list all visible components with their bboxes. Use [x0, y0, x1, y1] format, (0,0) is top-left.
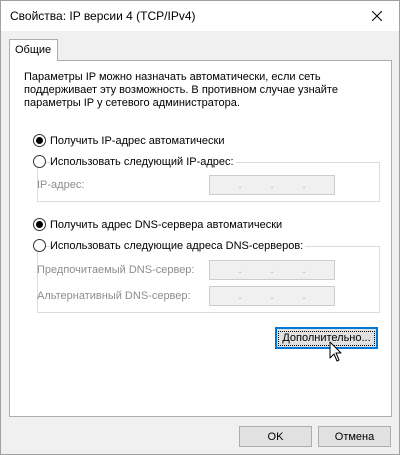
advanced-button-label: Дополнительно... — [278, 330, 375, 346]
ip-auto-label: Получить IP-адрес автоматически — [50, 134, 227, 147]
advanced-button[interactable]: Дополнительно... — [275, 327, 378, 349]
close-icon — [372, 11, 382, 21]
alternate-dns-field[interactable]: ... — [209, 286, 335, 306]
mouse-cursor-icon — [329, 341, 342, 362]
dns-auto-radio[interactable]: Получить адрес DNS-сервера автоматически — [33, 218, 285, 231]
ip-auto-radio[interactable]: Получить IP-адрес автоматически — [33, 134, 227, 147]
tab-general[interactable]: Общие — [9, 39, 58, 61]
dns-auto-radio-indicator[interactable] — [33, 218, 46, 231]
ok-button-label: OK — [267, 430, 284, 443]
ip-address-label: IP-адрес: — [37, 179, 85, 191]
preferred-dns-field[interactable]: ... — [209, 260, 335, 280]
close-button[interactable] — [355, 1, 399, 31]
cancel-button[interactable]: Отмена — [318, 426, 391, 447]
description-text: Параметры IP можно назначать автоматичес… — [24, 71, 338, 109]
ip-manual-radio-indicator[interactable] — [33, 155, 46, 168]
ip-auto-radio-indicator[interactable] — [33, 134, 46, 147]
ip-address-field[interactable]: ... — [209, 175, 335, 195]
ip-manual-radio[interactable]: Использовать следующий IP-адрес: — [33, 155, 236, 168]
dns-manual-label: Использовать следующие адреса DNS-сервер… — [50, 239, 306, 252]
window-title: Свойства: IP версии 4 (TCP/IPv4) — [10, 9, 196, 23]
preferred-dns-label: Предпочитаемый DNS-сервер: — [37, 264, 195, 276]
dns-manual-radio-indicator[interactable] — [33, 239, 46, 252]
tab-general-label: Общие — [15, 44, 52, 56]
dns-manual-radio[interactable]: Использовать следующие адреса DNS-сервер… — [33, 239, 306, 252]
cancel-button-label: Отмена — [334, 430, 375, 443]
dns-auto-label: Получить адрес DNS-сервера автоматически — [50, 218, 285, 231]
alternate-dns-label: Альтернативный DNS-сервер: — [37, 290, 191, 302]
general-tab-panel: Параметры IP можно назначать автоматичес… — [9, 60, 392, 417]
title-bar: Свойства: IP версии 4 (TCP/IPv4) — [1, 1, 399, 31]
ip-manual-label: Использовать следующий IP-адрес: — [50, 155, 236, 168]
ok-button[interactable]: OK — [239, 426, 312, 447]
ipv4-properties-dialog: Свойства: IP версии 4 (TCP/IPv4) Общие П… — [0, 0, 400, 455]
